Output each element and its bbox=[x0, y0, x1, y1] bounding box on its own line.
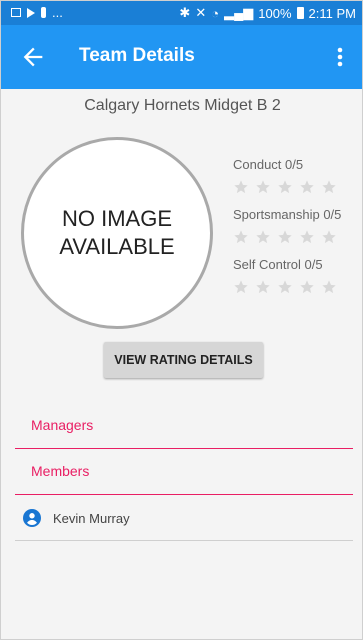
person-icon bbox=[41, 7, 46, 18]
star-icon bbox=[234, 280, 248, 294]
app-bar: Team Details bbox=[1, 25, 362, 89]
star-icon bbox=[256, 230, 270, 244]
ratings-panel: Conduct 0/5 Sportsmanship 0/5 Self Contr… bbox=[233, 157, 358, 307]
arrow-left-icon bbox=[23, 47, 43, 67]
star-icon bbox=[322, 230, 336, 244]
star-icon bbox=[322, 280, 336, 294]
more-vert-icon bbox=[337, 47, 343, 67]
clock: 2:11 PM bbox=[308, 5, 356, 21]
members-section[interactable]: Members bbox=[15, 449, 353, 495]
status-bar: ... ✱ ✕ ◔ ▂▄▆ 100% 2:11 PM bbox=[1, 1, 362, 25]
star-icon bbox=[300, 180, 314, 194]
gallery-icon bbox=[11, 8, 21, 17]
back-button[interactable] bbox=[19, 43, 47, 71]
star-icon bbox=[256, 280, 270, 294]
managers-section[interactable]: Managers bbox=[15, 403, 353, 449]
wifi-icon: ◔ bbox=[211, 5, 220, 21]
view-rating-details-button[interactable]: VIEW RATING DETAILS bbox=[104, 342, 263, 378]
conduct-stars bbox=[233, 179, 358, 197]
team-image-placeholder: NO IMAGE AVAILABLE bbox=[21, 137, 213, 329]
star-icon bbox=[300, 230, 314, 244]
list-item[interactable]: Kevin Murray bbox=[15, 495, 353, 541]
star-icon bbox=[234, 180, 248, 194]
status-system: ✱ ✕ ◔ ▂▄▆ 100% 2:11 PM bbox=[179, 5, 356, 21]
overflow-menu-button[interactable] bbox=[330, 43, 350, 71]
play-icon bbox=[27, 7, 35, 18]
more-notifications-text: ... bbox=[52, 5, 63, 20]
star-icon bbox=[278, 230, 292, 244]
star-icon bbox=[234, 230, 248, 244]
self-control-label: Self Control 0/5 bbox=[233, 257, 323, 272]
member-name: Kevin Murray bbox=[53, 511, 130, 526]
star-icon bbox=[278, 180, 292, 194]
placeholder-line-2: AVAILABLE bbox=[59, 234, 175, 259]
star-icon bbox=[322, 180, 336, 194]
star-icon bbox=[278, 280, 292, 294]
star-icon bbox=[256, 180, 270, 194]
team-name: Calgary Hornets Midget B 2 bbox=[84, 97, 281, 114]
star-icon bbox=[300, 280, 314, 294]
signal-icon: ▂▄▆ bbox=[224, 5, 254, 20]
account-circle-icon bbox=[23, 509, 41, 527]
members-label: Members bbox=[31, 463, 90, 479]
managers-label: Managers bbox=[31, 417, 94, 433]
sportsmanship-label: Sportsmanship 0/5 bbox=[233, 207, 342, 222]
status-notifications: ... bbox=[11, 5, 63, 20]
battery-icon bbox=[296, 7, 304, 19]
conduct-label: Conduct 0/5 bbox=[233, 157, 304, 172]
battery-percent: 100% bbox=[258, 5, 292, 21]
bluetooth-icon: ✱ bbox=[179, 5, 191, 20]
sportsmanship-stars bbox=[233, 229, 358, 247]
self-control-stars bbox=[233, 279, 358, 297]
page-title: Team Details bbox=[79, 45, 195, 66]
placeholder-line-1: NO IMAGE bbox=[61, 206, 172, 231]
mute-icon: ✕ bbox=[195, 5, 207, 20]
app-screen: ... ✱ ✕ ◔ ▂▄▆ 100% 2:11 PM Team Details … bbox=[0, 0, 363, 640]
